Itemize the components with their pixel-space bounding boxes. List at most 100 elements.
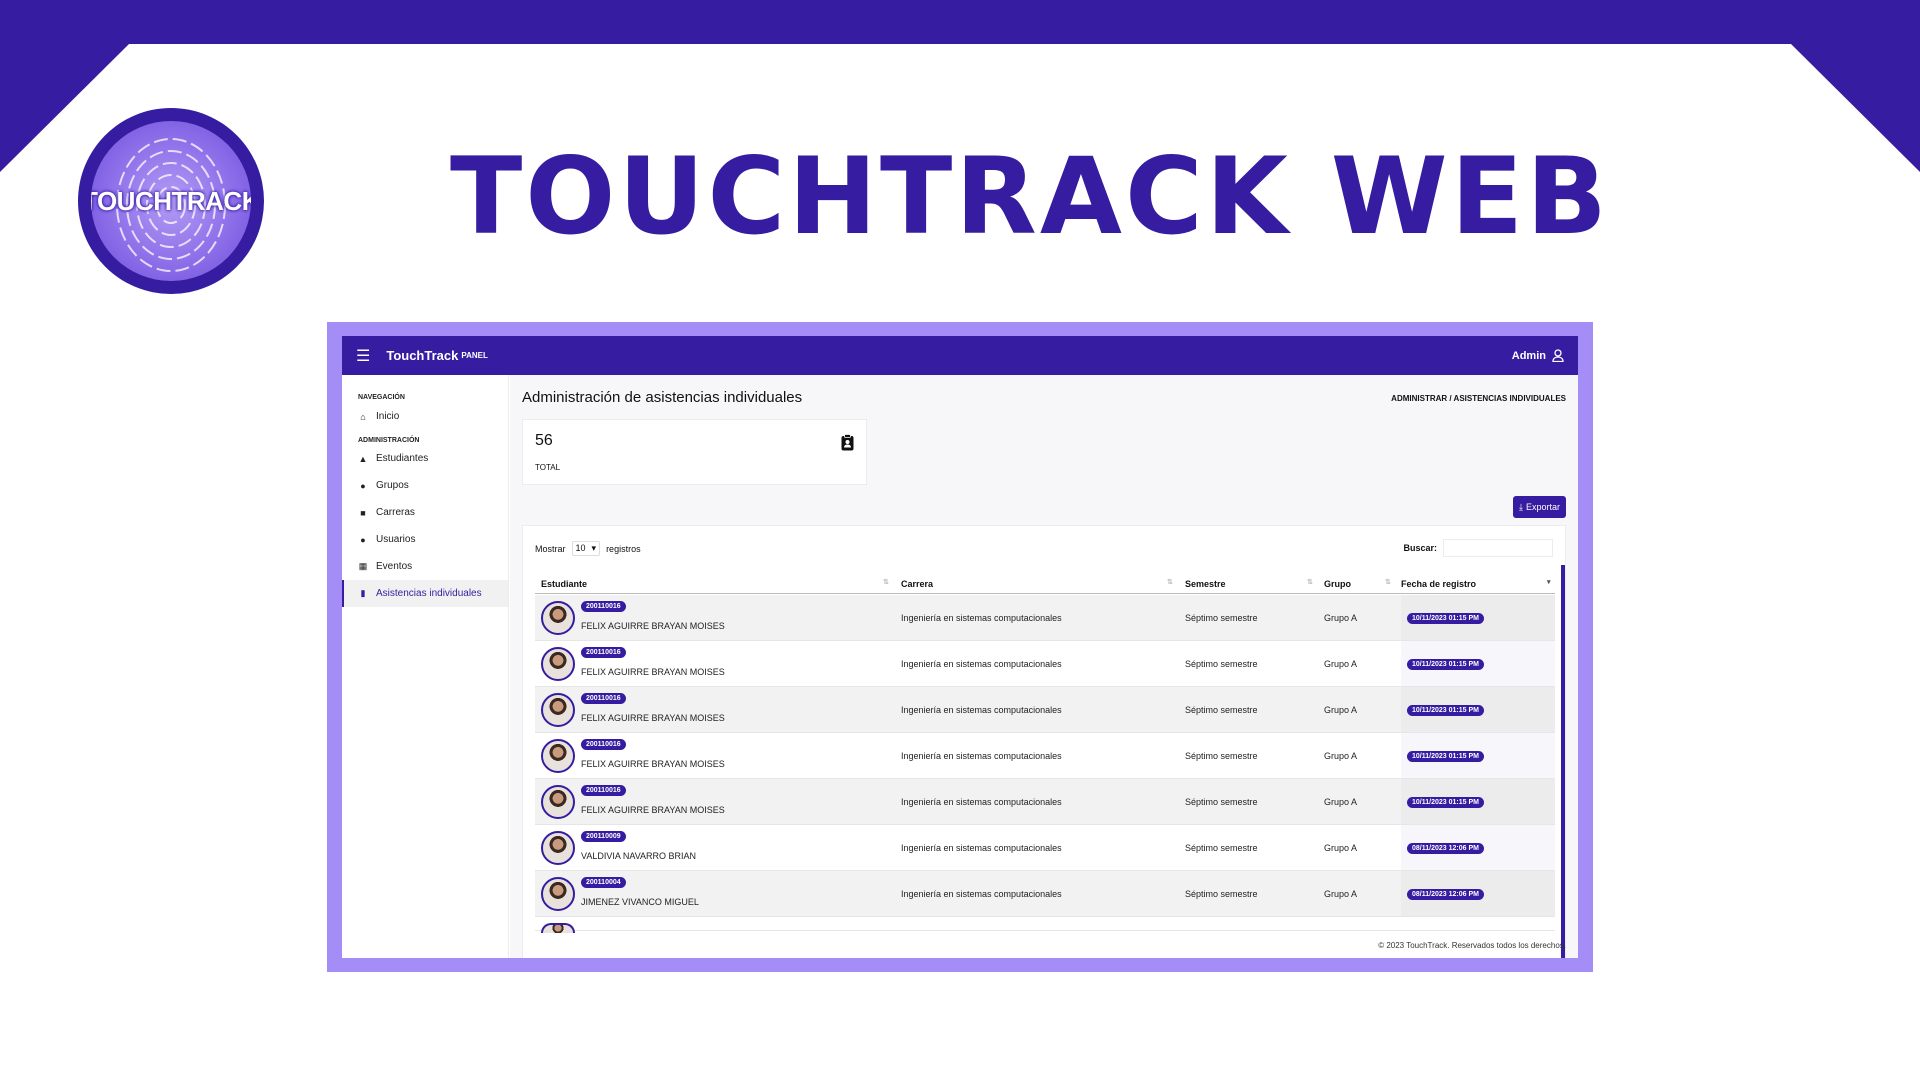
sidebar-item-grupos[interactable]: ● Grupos: [342, 472, 508, 499]
semester-cell: Séptimo semestre: [1185, 797, 1258, 807]
semester-cell: Séptimo semestre: [1185, 889, 1258, 899]
show-label: Mostrar: [535, 543, 566, 554]
table-row-partial: [535, 917, 1555, 933]
table-search: Buscar:: [1403, 539, 1553, 557]
table-row[interactable]: 200110004 JIMENEZ VIVANCO MIGUEL Ingenie…: [535, 871, 1555, 917]
group-cell: Grupo A: [1324, 613, 1358, 623]
career-cell: Ingeniería en sistemas computacionales: [901, 889, 1062, 899]
sort-icon[interactable]: ⇅: [883, 578, 889, 586]
avatar: [541, 831, 575, 865]
search-input[interactable]: [1443, 539, 1553, 557]
student-id-badge: 200110016: [581, 739, 626, 750]
top-band: [0, 0, 1920, 44]
search-label: Buscar:: [1403, 543, 1437, 553]
column-header-grupo[interactable]: Grupo: [1324, 579, 1351, 589]
sidebar: NAVEGACIÓN ⌂ Inicio ADMINISTRACIÓN ▲ Est…: [342, 375, 509, 958]
group-cell: Grupo A: [1324, 889, 1358, 899]
student-id-badge: 200110009: [581, 831, 626, 842]
group-cell: Grupo A: [1324, 705, 1358, 715]
sort-icon[interactable]: ⇅: [1385, 578, 1391, 586]
table-scrollbar[interactable]: [1561, 565, 1565, 958]
table-row[interactable]: 200110016 FELIX AGUIRRE BRAYAN MOISES In…: [535, 595, 1555, 641]
brand-tag: PANEL: [461, 351, 488, 360]
clipboard-user-icon: [841, 434, 854, 451]
group-cell: Grupo A: [1324, 797, 1358, 807]
student-name: VALDIVIA NAVARRO BRIAN: [581, 851, 697, 861]
semester-cell: Séptimo semestre: [1185, 751, 1258, 761]
avatar: [541, 739, 575, 773]
group-cell: Grupo A: [1324, 751, 1358, 761]
table-row[interactable]: 200110016 FELIX AGUIRRE BRAYAN MOISES In…: [535, 687, 1555, 733]
career-cell: Ingeniería en sistemas computacionales: [901, 613, 1062, 623]
promo-stage: TOUCHTRACK TOUCHTRACK WEB ☰ TouchTrack P…: [0, 0, 1920, 1080]
stat-label: TOTAL: [535, 463, 561, 472]
page-length-control: Mostrar 10 ▾ registros: [535, 541, 641, 556]
app-window: ☰ TouchTrack PANEL Admin NAVEGACIÓN ⌂ In…: [342, 336, 1578, 958]
sidebar-item-label: Grupos: [376, 480, 409, 491]
chevron-down-icon: ▾: [591, 543, 597, 553]
home-icon: ⌂: [360, 411, 366, 422]
sidebar-item-label: Asistencias individuales: [376, 588, 482, 599]
group-cell: Grupo A: [1324, 843, 1358, 853]
sidebar-item-eventos[interactable]: ▦ Eventos: [342, 553, 508, 580]
brand-name[interactable]: TouchTrack: [386, 348, 458, 363]
career-cell: Ingeniería en sistemas computacionales: [901, 797, 1062, 807]
date-badge: 10/11/2023 01:15 PM: [1407, 705, 1484, 716]
career-cell: Ingeniería en sistemas computacionales: [901, 659, 1062, 669]
attendance-table-card: Mostrar 10 ▾ registros Buscar: Estudiant…: [522, 525, 1566, 958]
date-badge: 08/11/2023 12:06 PM: [1407, 889, 1484, 900]
sidebar-item-usuarios[interactable]: ● Usuarios: [342, 526, 508, 553]
menu-toggle-icon[interactable]: ☰: [356, 346, 370, 366]
table-row[interactable]: 200110016 FELIX AGUIRRE BRAYAN MOISES In…: [535, 641, 1555, 687]
column-header-carrera[interactable]: Carrera: [901, 579, 933, 589]
sidebar-item-label: Carreras: [376, 507, 415, 518]
sidebar-item-carreras[interactable]: ■ Carreras: [342, 499, 508, 526]
building-icon: ■: [360, 507, 366, 518]
date-badge: 10/11/2023 01:15 PM: [1407, 751, 1484, 762]
column-header-fecha[interactable]: Fecha de registro: [1401, 579, 1476, 589]
avatar: [541, 601, 575, 635]
date-badge: 10/11/2023 01:15 PM: [1407, 659, 1484, 670]
page-length-select[interactable]: 10 ▾: [571, 541, 601, 556]
sidebar-item-label: Estudiantes: [376, 453, 429, 464]
column-header-estudiante[interactable]: Estudiante: [541, 579, 587, 589]
sidebar-item-label: Eventos: [376, 561, 413, 572]
semester-cell: Séptimo semestre: [1185, 705, 1258, 715]
page-length-value: 10: [575, 543, 586, 553]
sidebar-item-estudiantes[interactable]: ▲ Estudiantes: [342, 445, 508, 472]
column-header-semestre[interactable]: Semestre: [1185, 579, 1226, 589]
graduation-cap-icon: ▲: [358, 453, 368, 464]
date-badge: 10/11/2023 01:15 PM: [1407, 613, 1484, 624]
student-id-badge: 200110016: [581, 785, 626, 796]
users-icon: ●: [360, 534, 366, 545]
sidebar-item-label: Inicio: [376, 411, 400, 422]
sidebar-item-asistencias[interactable]: ▮ Asistencias individuales: [342, 580, 508, 607]
sort-icon[interactable]: ⇅: [1167, 578, 1173, 586]
page-title: Administración de asistencias individual…: [522, 389, 803, 406]
fingerprint-icon: TOUCHTRACK: [91, 121, 251, 281]
export-button[interactable]: ⤓ Exportar: [1513, 496, 1566, 518]
user-menu[interactable]: Admin: [1512, 349, 1564, 362]
sidebar-item-label: Usuarios: [376, 534, 416, 545]
table-row[interactable]: 200110016 FELIX AGUIRRE BRAYAN MOISES In…: [535, 733, 1555, 779]
sort-icon[interactable]: ⇅: [1307, 578, 1313, 586]
user-icon[interactable]: [1552, 349, 1564, 362]
student-name: FELIX AGUIRRE BRAYAN MOISES: [581, 621, 725, 631]
user-name[interactable]: Admin: [1512, 350, 1546, 362]
breadcrumb: ADMINISTRAR / ASISTENCIAS INDIVIDUALES: [1391, 394, 1566, 403]
semester-cell: Séptimo semestre: [1185, 613, 1258, 623]
semester-cell: Séptimo semestre: [1185, 843, 1258, 853]
main-content: Administración de asistencias individual…: [510, 375, 1578, 958]
table-body: 200110016 FELIX AGUIRRE BRAYAN MOISES In…: [535, 595, 1555, 933]
career-cell: Ingeniería en sistemas computacionales: [901, 843, 1062, 853]
sidebar-section-admin: ADMINISTRACIÓN: [358, 437, 420, 444]
footer-copyright: © 2023 TouchTrack. Reservados todos los …: [1378, 941, 1566, 950]
sort-desc-icon[interactable]: ▾: [1547, 578, 1551, 586]
sidebar-item-inicio[interactable]: ⌂ Inicio: [342, 403, 508, 430]
avatar: [541, 877, 575, 911]
corner-decoration-right: [1790, 0, 1920, 172]
records-label: registros: [606, 543, 641, 554]
table-row[interactable]: 200110009 VALDIVIA NAVARRO BRIAN Ingenie…: [535, 825, 1555, 871]
table-row[interactable]: 200110016 FELIX AGUIRRE BRAYAN MOISES In…: [535, 779, 1555, 825]
semester-cell: Séptimo semestre: [1185, 659, 1258, 669]
